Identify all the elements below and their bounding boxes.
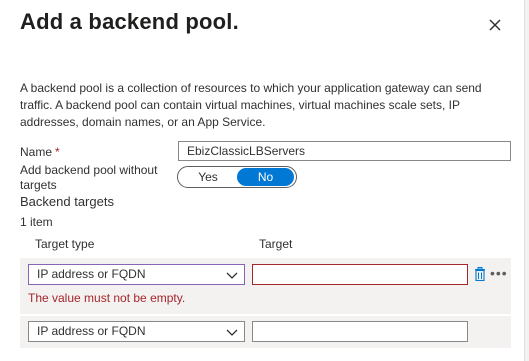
error-message: The value must not be empty. bbox=[28, 291, 186, 305]
target-input[interactable] bbox=[252, 264, 468, 285]
target-input[interactable] bbox=[252, 321, 468, 342]
scrollbar-track[interactable] bbox=[524, 0, 529, 361]
page-title: Add a backend pool. bbox=[20, 9, 239, 34]
target-type-dropdown[interactable]: IP address or FQDN bbox=[28, 264, 245, 285]
delete-icon[interactable] bbox=[474, 267, 486, 282]
chevron-down-icon bbox=[226, 272, 238, 279]
name-label-group: Name * bbox=[20, 145, 60, 160]
close-icon[interactable] bbox=[486, 16, 504, 34]
name-input[interactable]: EbizClassicLBServers bbox=[178, 141, 511, 161]
target-type-value: IP address or FQDN bbox=[37, 267, 146, 281]
add-backend-pool-panel: Add a backend pool. A backend pool is a … bbox=[0, 0, 529, 361]
name-label: Name bbox=[20, 145, 53, 159]
target-type-dropdown[interactable]: IP address or FQDN bbox=[28, 321, 245, 342]
without-targets-label: Add backend pool without targets bbox=[20, 163, 158, 192]
description-text: A backend pool is a collection of resour… bbox=[20, 81, 482, 129]
more-options-icon[interactable]: ••• bbox=[490, 266, 508, 280]
chevron-down-icon bbox=[226, 329, 238, 336]
backend-targets-heading: Backend targets bbox=[20, 194, 114, 209]
toggle-no-option[interactable]: No bbox=[237, 168, 294, 186]
column-header-target: Target bbox=[259, 237, 293, 251]
column-header-target-type: Target type bbox=[35, 237, 95, 251]
toggle-yes-option[interactable]: Yes bbox=[180, 168, 236, 186]
item-count: 1 item bbox=[20, 215, 53, 229]
target-type-value: IP address or FQDN bbox=[37, 324, 146, 338]
without-targets-toggle[interactable]: Yes No bbox=[177, 166, 297, 188]
required-marker: * bbox=[55, 145, 60, 159]
